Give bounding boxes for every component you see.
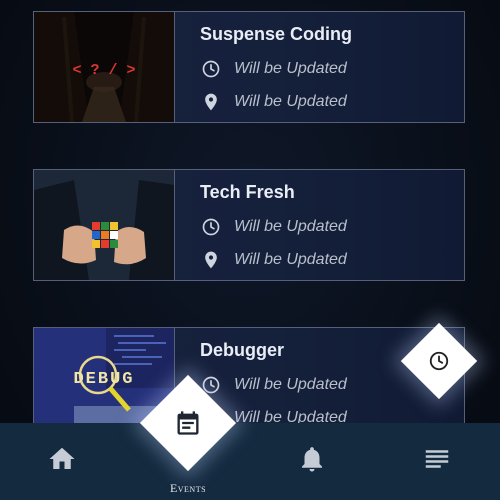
event-card[interactable]: < ? / > Suspense Coding Will be Updated … [33,11,465,123]
rubiks-cube-illustration [34,170,174,280]
location-pin-icon [200,91,222,113]
event-title: Suspense Coding [200,24,353,44]
clock-icon [200,216,222,238]
event-title: Debugger [200,340,285,360]
location-pin-icon [200,249,222,271]
nav-menu[interactable] [405,423,469,500]
event-thumbnail: < ? / > [34,12,175,122]
bottom-navigation [0,423,500,500]
event-location-row: Will be Updated [200,90,347,114]
event-location: Will be Updated [234,251,347,268]
event-title: Tech Fresh [200,182,295,202]
menu-icon [422,444,452,479]
bell-icon [297,444,327,479]
event-time: Will be Updated [234,60,347,77]
calendar-icon [154,389,222,457]
event-card[interactable]: Tech Fresh Will be Updated Will be Updat… [33,169,465,281]
event-time-row: Will be Updated [200,57,347,81]
suspense-illustration: < ? / > [34,12,174,122]
nav-home[interactable] [30,423,94,500]
nav-notifications[interactable] [280,423,344,500]
nav-events-label: Events [169,481,207,495]
event-time-row: Will be Updated [200,373,347,397]
events-screen: < ? / > Suspense Coding Will be Updated … [0,0,500,500]
event-time: Will be Updated [234,376,347,393]
event-time: Will be Updated [234,218,347,235]
clock-icon [200,58,222,80]
clock-icon [412,334,466,388]
event-location-row: Will be Updated [200,248,347,272]
event-time-row: Will be Updated [200,215,347,239]
debug-logo-text: DEBUG [73,370,134,389]
event-location: Will be Updated [234,93,347,110]
event-thumbnail [34,170,175,280]
home-icon [47,444,77,479]
code-symbol-text: < ? / > [72,62,135,79]
